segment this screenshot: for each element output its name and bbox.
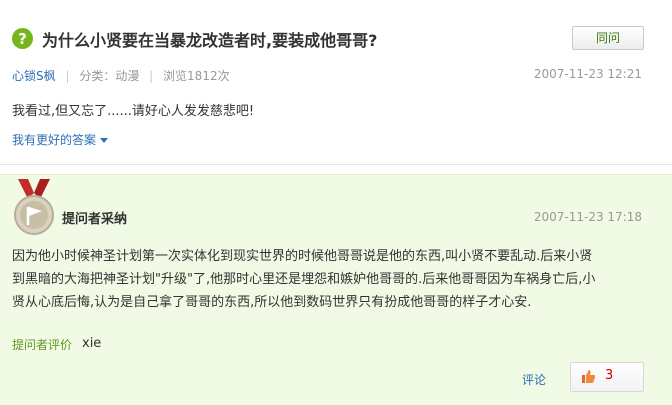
thumbs-up-icon (582, 370, 596, 383)
answer-line: 因为他小时候神圣计划第一次实体化到现实世界的时候他哥哥说是他的东西,叫小贤不要乱… (12, 249, 593, 264)
view-count: 浏览1812次 (163, 69, 230, 83)
asker-evaluation-value: xie (82, 336, 102, 351)
same-question-button[interactable]: 同问 (572, 26, 644, 50)
adopted-answer-title: 提问者采纳 (62, 212, 128, 227)
category-text: 分类：动漫 (79, 69, 140, 83)
question-panel: ? 为什么小贤要在当暴龙改造者时,要装成他哥哥? 同问 心锁S枫 | 分类：动漫… (0, 0, 672, 165)
comment-link[interactable]: 评论 (522, 371, 546, 388)
question-meta: 心锁S枫 | 分类：动漫 | 浏览1812次 2007-11-23 12:21 (12, 67, 642, 84)
meta-divider: | (65, 69, 70, 83)
meta-divider: | (149, 69, 154, 83)
question-body: 我看过,但又忘了......请好心人发发慈悲吧! (12, 104, 255, 119)
medal-icon (14, 179, 54, 235)
answer-body: 因为他小时候神圣计划第一次实体化到现实世界的时候他哥哥说是他的东西,叫小贤不要乱… (12, 245, 642, 314)
caret-down-icon (100, 138, 109, 143)
better-answer-label: 我有更好的答案 (12, 133, 97, 147)
asker-evaluation-label: 提问者评价 (12, 338, 73, 352)
better-answer-link[interactable]: 我有更好的答案 (12, 131, 109, 148)
answer-line: 到黑暗的大海把神圣计划"升级"了,他那时心里还是埋怨和嫉妒他哥哥的.后来他哥哥因… (12, 272, 596, 287)
like-button[interactable]: 3 (570, 362, 644, 392)
question-time: 2007-11-23 12:21 (533, 67, 642, 81)
answer-line: 贤从心底后悔,认为是自己拿了哥哥的东西,所以他到数码世界只有扮成他哥哥的样子才心… (12, 295, 532, 310)
answer-time: 2007-11-23 17:18 (533, 210, 642, 224)
question-title: 为什么小贤要在当暴龙改造者时,要装成他哥哥? (42, 31, 378, 50)
adopted-answer-panel: 提问者采纳 2007-11-23 17:18 因为他小时候神圣计划第一次实体化到… (0, 174, 672, 405)
like-count: 3 (605, 368, 614, 383)
question-mark-icon: ? (12, 28, 33, 49)
asker-link[interactable]: 心锁S枫 (12, 69, 56, 83)
